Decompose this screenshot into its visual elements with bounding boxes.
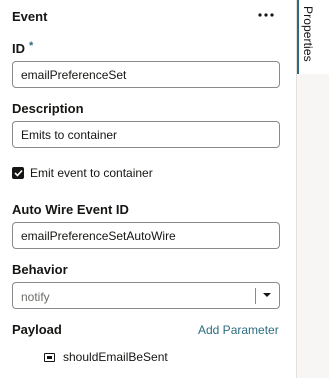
more-horizontal-icon <box>258 13 274 17</box>
tab-properties-label: Properties <box>301 6 315 62</box>
chevron-down-icon <box>263 293 271 297</box>
behavior-select[interactable]: notify <box>12 282 280 309</box>
more-options-button[interactable] <box>254 4 278 26</box>
description-field[interactable]: Emits to container <box>12 121 280 148</box>
side-rail: Properties <box>296 0 329 378</box>
required-indicator: * <box>29 40 34 52</box>
tab-properties[interactable]: Properties <box>297 0 329 74</box>
active-tab-indicator <box>297 0 299 74</box>
add-parameter-link[interactable]: Add Parameter <box>198 323 279 337</box>
payload-label: Payload <box>12 322 62 337</box>
emit-event-row: Emit event to container <box>12 166 153 180</box>
id-field[interactable]: emailPreferenceSet <box>12 61 280 88</box>
checkmark-icon <box>13 169 23 177</box>
properties-panel: Event ID * emailPreferenceSet Description… <box>0 0 296 378</box>
payload-item[interactable]: shouldEmailBeSent <box>44 350 168 364</box>
id-label-text: ID <box>12 41 25 56</box>
auto-wire-label: Auto Wire Event ID <box>12 202 129 217</box>
description-label: Description <box>12 101 84 116</box>
payload-item-name: shouldEmailBeSent <box>63 350 168 364</box>
behavior-label: Behavior <box>12 262 68 277</box>
emit-event-label: Emit event to container <box>30 166 153 180</box>
emit-event-checkbox[interactable] <box>12 167 24 179</box>
select-divider <box>255 288 256 304</box>
auto-wire-field[interactable]: emailPreferenceSetAutoWire <box>12 222 280 249</box>
panel-title: Event <box>12 9 48 24</box>
object-icon <box>44 352 55 362</box>
behavior-placeholder: notify <box>21 290 50 304</box>
id-label: ID * <box>12 40 34 56</box>
